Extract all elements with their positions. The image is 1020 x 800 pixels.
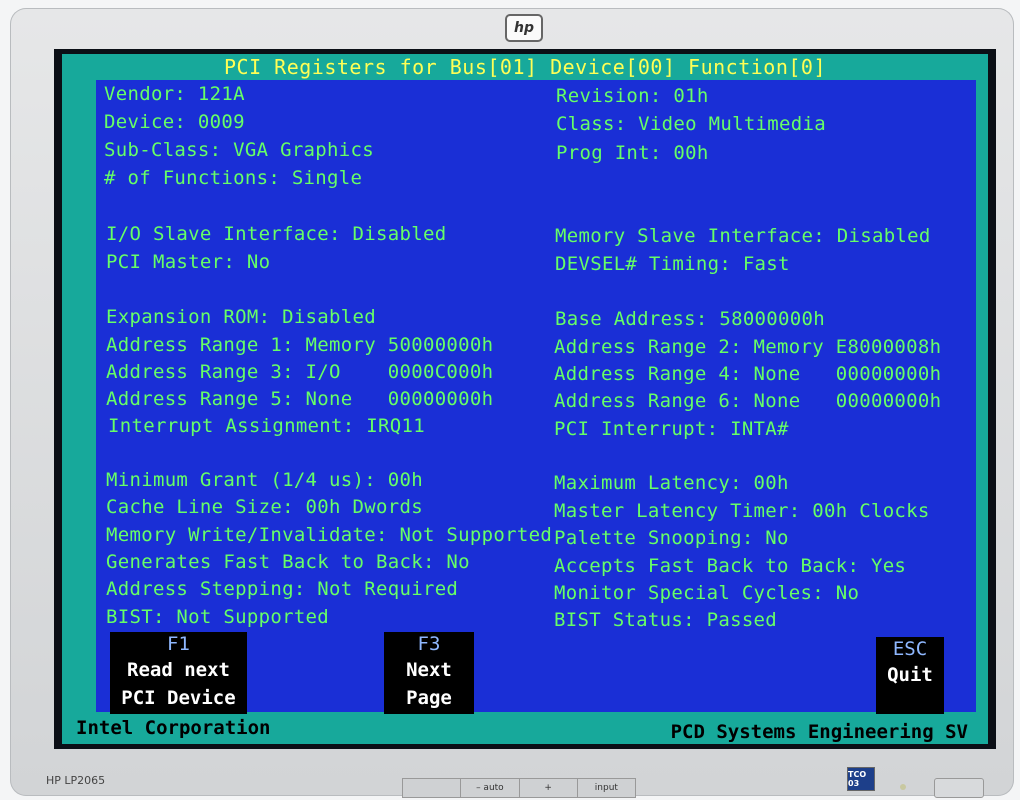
devsel-timing-field: DEVSEL# Timing: Fast	[555, 253, 790, 275]
bist-status-field: BIST Status: Passed	[554, 609, 778, 631]
f3-next-page-button[interactable]: F3 Next Page	[384, 632, 474, 714]
minus-auto-button[interactable]: – auto	[461, 779, 520, 797]
minimum-grant-field: Minimum Grant (1/4 us): 00h	[106, 469, 423, 491]
monitor-special-cycles-field: Monitor Special Cycles: No	[554, 582, 860, 604]
revision-field: Revision: 01h	[556, 85, 709, 107]
f1-key-label: F1	[167, 633, 190, 655]
plus-button[interactable]: +	[520, 779, 578, 797]
fast-back-to-back-field: Generates Fast Back to Back: No	[106, 551, 470, 573]
bist-field: BIST: Not Supported	[106, 606, 330, 628]
address-range-4-field: Address Range 4: None 00000000h	[554, 363, 942, 385]
esc-quit-button[interactable]: ESC Quit	[876, 637, 944, 714]
power-led-icon	[900, 784, 906, 790]
expansion-rom-field: Expansion ROM: Disabled	[106, 306, 376, 328]
prog-int-field: Prog Int: 00h	[556, 142, 709, 164]
accepts-fast-back-field: Accepts Fast Back to Back: Yes	[554, 555, 907, 577]
monitor-controls: – auto + input	[402, 778, 636, 798]
address-range-5-field: Address Range 5: None 00000000h	[106, 388, 494, 410]
esc-line1: Quit	[887, 664, 933, 686]
cache-line-size-field: Cache Line Size: 00h Dwords	[106, 496, 423, 518]
memory-slave-field: Memory Slave Interface: Disabled	[555, 225, 931, 247]
status-left: Intel Corporation	[76, 717, 271, 739]
input-button[interactable]: input	[578, 779, 635, 797]
f1-line2: PCI Device	[121, 687, 236, 709]
palette-snooping-field: Palette Snooping: No	[554, 527, 789, 549]
io-slave-field: I/O Slave Interface: Disabled	[106, 223, 447, 245]
f3-line1: Next	[406, 659, 452, 681]
esc-key-label: ESC	[892, 638, 928, 660]
menu-button[interactable]	[403, 779, 462, 797]
logo-text: hp	[514, 20, 534, 36]
page-title: PCI Registers for Bus[01] Device[00] Fun…	[224, 55, 826, 79]
f1-line1: Read next	[127, 659, 230, 681]
pci-interrupt-field: PCI Interrupt: INTA#	[554, 418, 789, 440]
address-range-6-field: Address Range 6: None 00000000h	[554, 390, 942, 412]
base-address-field: Base Address: 58000000h	[555, 308, 825, 330]
bios-screen: PCI Registers for Bus[01] Device[00] Fun…	[62, 54, 988, 744]
interrupt-assignment-field: Interrupt Assignment: IRQ11	[108, 415, 425, 437]
vendor-field: Vendor: 121A	[104, 83, 245, 105]
functions-field: # of Functions: Single	[104, 167, 363, 189]
sub-class-field: Sub-Class: VGA Graphics	[104, 139, 374, 161]
device-field: Device: 0009	[104, 111, 245, 133]
model-label: HP LP2065	[46, 774, 106, 787]
pci-master-field: PCI Master: No	[106, 251, 271, 273]
address-range-2-field: Address Range 2: Memory E8000008h	[554, 336, 942, 358]
master-latency-timer-field: Master Latency Timer: 00h Clocks	[554, 500, 930, 522]
address-range-1-field: Address Range 1: Memory 50000000h	[106, 334, 494, 356]
address-stepping-field: Address Stepping: Not Required	[106, 578, 459, 600]
address-range-3-field: Address Range 3: I/O 0000C000h	[106, 361, 494, 383]
hp-logo: hp	[505, 14, 543, 42]
f3-line2: Page	[406, 687, 452, 709]
memory-write-invalidate-field: Memory Write/Invalidate: Not Supported	[106, 524, 553, 546]
class-field: Class: Video Multimedia	[556, 113, 826, 135]
f3-key-label: F3	[417, 633, 441, 655]
maximum-latency-field: Maximum Latency: 00h	[554, 472, 789, 494]
tco-badge: TCO 03	[847, 767, 875, 791]
f1-read-next-button[interactable]: F1 Read next PCI Device	[110, 632, 247, 714]
status-right: PCD Systems Engineering SV	[670, 721, 968, 743]
power-button[interactable]	[934, 778, 984, 798]
